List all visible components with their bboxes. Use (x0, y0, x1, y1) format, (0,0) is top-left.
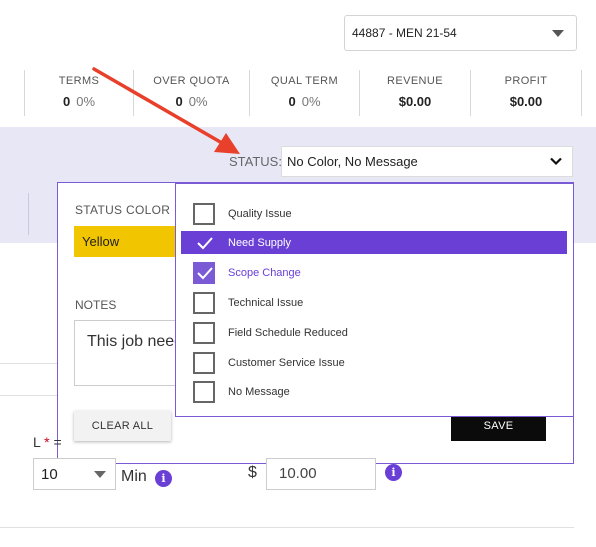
option-customer-service-issue[interactable]: Customer Service Issue (181, 351, 567, 374)
option-scope-change[interactable]: Scope Change (181, 261, 567, 284)
option-label: Field Schedule Reduced (228, 326, 348, 339)
option-label: No Message (228, 385, 290, 398)
status-select[interactable]: No Color, No Message (281, 146, 573, 177)
stat-qual-term-pct: 0% (301, 94, 321, 109)
notes-label: NOTES (75, 298, 117, 312)
currency-label: $ (248, 464, 257, 481)
checkbox-checked[interactable] (193, 261, 215, 284)
option-need-supply[interactable]: Need Supply (181, 231, 567, 254)
minutes-value: 10 (41, 466, 58, 483)
band-divider (28, 193, 29, 235)
job-select[interactable]: 44887 - MEN 21-54 (344, 15, 577, 51)
message-dropdown: Quality Issue Need Supply Scope Change T… (175, 183, 574, 417)
checkmark-icon (197, 236, 213, 249)
stat-profit: PROFIT $0.00 (471, 70, 581, 116)
checkbox[interactable] (193, 291, 215, 314)
amount-input[interactable]: 10.00 (266, 458, 376, 490)
stat-terms-pct: 0% (76, 94, 96, 109)
minutes-select[interactable]: 10 (33, 458, 116, 490)
field-l-label: L * = (33, 434, 62, 450)
stat-over-quota-count: 0 (175, 94, 183, 109)
stat-qual-term-label: QUAL TERM (270, 75, 339, 87)
stat-revenue-value: $0.00 (398, 94, 432, 109)
chevron-down-icon (550, 157, 562, 166)
divider-line (0, 527, 574, 528)
equals-sign: = (53, 434, 62, 450)
option-label: Scope Change (228, 266, 301, 279)
stat-divider (581, 70, 582, 116)
status-color-label: STATUS COLOR (75, 203, 171, 217)
checkbox-checked[interactable] (193, 232, 215, 254)
option-quality-issue[interactable]: Quality Issue (181, 202, 567, 225)
stat-over-quota: OVER QUOTA 0 0% (134, 70, 249, 116)
caret-down-icon (552, 30, 564, 37)
option-label: Need Supply (228, 236, 291, 249)
stat-over-quota-pct: 0% (188, 94, 208, 109)
option-label: Quality Issue (228, 207, 292, 220)
checkbox[interactable] (193, 321, 215, 344)
option-label: Customer Service Issue (228, 356, 345, 369)
stat-profit-value: $0.00 (509, 94, 543, 109)
status-color-select[interactable]: Yellow (74, 226, 176, 257)
notes-textarea[interactable]: This job needs (74, 320, 184, 386)
stat-terms-label: TERMS (58, 75, 100, 87)
divider-line (0, 363, 57, 364)
stat-revenue-label: REVENUE (387, 75, 443, 87)
stat-cutoff: S (0, 0, 6, 46)
status-label: STATUS: (229, 154, 282, 169)
caret-down-icon (94, 471, 106, 478)
info-icon[interactable]: i (155, 470, 172, 487)
clear-all-button[interactable]: CLEAR ALL (74, 411, 171, 441)
checkbox[interactable] (193, 202, 215, 225)
checkbox[interactable] (193, 351, 215, 374)
checkmark-icon (197, 266, 213, 279)
field-l-text: L (33, 434, 41, 450)
option-no-message[interactable]: No Message (181, 380, 567, 403)
option-field-schedule-reduced[interactable]: Field Schedule Reduced (181, 321, 567, 344)
status-select-value: No Color, No Message (287, 154, 418, 169)
job-select-value: 44887 - MEN 21-54 (352, 26, 457, 40)
option-label: Technical Issue (228, 296, 304, 309)
stat-over-quota-label: OVER QUOTA (153, 75, 230, 87)
stat-qual-term: QUAL TERM 0 0% (250, 70, 359, 116)
stat-revenue: REVENUE $0.00 (360, 70, 470, 116)
stat-qual-term-count: 0 (288, 94, 296, 109)
stat-terms-count: 0 (62, 94, 71, 109)
stat-profit-label: PROFIT (504, 75, 548, 87)
info-icon[interactable]: i (385, 464, 402, 481)
required-star: * (44, 434, 50, 450)
minutes-unit-label: Min (121, 468, 147, 485)
stat-terms: TERMS 0 0% (25, 70, 133, 116)
divider-line (0, 395, 57, 396)
checkbox[interactable] (193, 380, 215, 403)
option-technical-issue[interactable]: Technical Issue (181, 291, 567, 314)
